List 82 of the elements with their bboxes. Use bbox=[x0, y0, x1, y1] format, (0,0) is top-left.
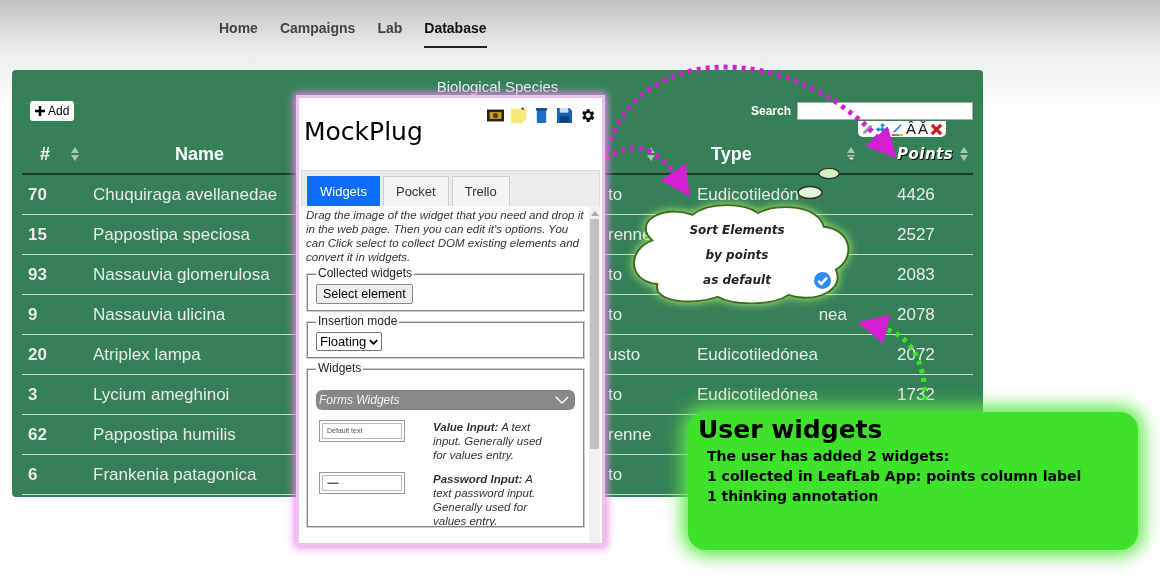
table-cell: nea bbox=[818, 304, 847, 324]
font-size-button[interactable]: Â bbox=[906, 121, 916, 137]
nav-link[interactable]: Database bbox=[424, 20, 487, 48]
pencil-icon bbox=[861, 122, 874, 136]
trash-icon[interactable] bbox=[533, 107, 550, 124]
bubble-text: as default bbox=[703, 272, 771, 289]
table-cell: Chuquiraga avellanedae bbox=[93, 184, 278, 204]
sort-icon bbox=[71, 147, 79, 161]
close-icon bbox=[930, 122, 944, 136]
note-title: User widgets bbox=[698, 414, 884, 446]
add-button[interactable]: Add bbox=[30, 101, 75, 121]
table-cell: 2072 bbox=[897, 344, 935, 364]
table-cell: Nassauvia glomerulosa bbox=[93, 264, 270, 284]
image-icon[interactable] bbox=[487, 107, 504, 124]
table-cell: Eudicotiledónea bbox=[697, 344, 818, 364]
column-header[interactable]: # bbox=[40, 143, 50, 165]
table-cell: 93 bbox=[28, 264, 47, 284]
thought-dot bbox=[797, 185, 823, 200]
bubble-text: Sort Elements bbox=[689, 222, 785, 239]
chevron-icon bbox=[555, 396, 569, 404]
tab[interactable]: Pocket bbox=[382, 176, 449, 206]
table-cell: Eudicotiledón bbox=[697, 184, 800, 204]
table-cell: 3 bbox=[28, 384, 38, 404]
settings-icon[interactable] bbox=[579, 107, 596, 124]
save-icon[interactable] bbox=[556, 107, 573, 124]
table-cell: 2083 bbox=[897, 264, 935, 284]
thought-dot bbox=[848, 156, 855, 161]
fieldset-legend: Insertion mode bbox=[316, 314, 400, 328]
sort-icon bbox=[647, 147, 655, 161]
table-cell: usto bbox=[608, 344, 641, 364]
table-cell: renne bbox=[608, 424, 652, 444]
table-cell: Lycium ameghinoi bbox=[93, 384, 230, 404]
table-cell: Frankenia patagonica bbox=[93, 464, 257, 484]
insertion-mode-dropdown[interactable]: Floating bbox=[316, 332, 383, 351]
table-cell: 2078 bbox=[897, 304, 935, 324]
nav-link[interactable]: Lab bbox=[377, 20, 403, 48]
widget-description: Password Input: A text password input. Generally used for values entry. bbox=[433, 472, 537, 528]
fieldset-legend: Widgets bbox=[316, 361, 364, 375]
nav-link[interactable]: Home bbox=[219, 20, 258, 48]
tab[interactable]: Trello bbox=[451, 176, 510, 206]
table-cell: Atriplex lampa bbox=[93, 344, 201, 364]
search-label: Search bbox=[750, 104, 791, 118]
scrollbar[interactable] bbox=[589, 206, 600, 543]
table-cell: Pappostipa speciosa bbox=[93, 224, 250, 244]
table-cell: 70 bbox=[28, 184, 47, 204]
table-cell: 2527 bbox=[897, 224, 935, 244]
note-line: 1 collected in LeafLab App: points column label bbox=[706, 467, 1083, 486]
table-cell: 15 bbox=[28, 224, 47, 244]
note-line: 1 thinking annotation bbox=[706, 487, 880, 506]
table-cell: to bbox=[608, 264, 623, 284]
thought-dot bbox=[818, 167, 840, 180]
table-cell: 20 bbox=[28, 344, 47, 364]
nav-link[interactable]: Campaigns bbox=[279, 20, 356, 48]
table-cell: to bbox=[608, 184, 623, 204]
table-cell: 6 bbox=[28, 464, 38, 484]
note-line: The user has added 2 widgets: bbox=[706, 447, 951, 466]
column-header[interactable]: Name bbox=[175, 143, 225, 165]
tab[interactable]: Widgets bbox=[307, 176, 380, 206]
search-field[interactable] bbox=[797, 102, 973, 120]
panel-title: MockPlug bbox=[304, 117, 423, 148]
sort-icon bbox=[960, 147, 968, 161]
column-header[interactable]: Type bbox=[711, 143, 752, 165]
font-size-button[interactable]: Ǎ bbox=[918, 121, 929, 137]
table-cell: to bbox=[608, 464, 623, 484]
table-cell: Eudicotiledónea bbox=[697, 384, 818, 404]
table-title: Biological Species bbox=[435, 77, 560, 95]
instructions-text: Drag the image of the widget that you need and drop it in the web page. Then you can edit it's options. You can Click select to collect DOM existing elements and convert it in widgets. bbox=[306, 208, 585, 264]
pen-icon bbox=[891, 122, 904, 136]
table-cell: Nassauvia ulicina bbox=[93, 304, 226, 324]
table-cell: to bbox=[608, 384, 623, 404]
table-cell: 4426 bbox=[897, 184, 935, 204]
table-cell: 9 bbox=[28, 304, 38, 324]
widget-description: Value Input: A text input. Generally used for values entry. bbox=[433, 420, 543, 462]
table-cell: to bbox=[608, 304, 623, 324]
column-label-widget[interactable]: Points bbox=[897, 145, 954, 163]
chevron-icon bbox=[369, 338, 379, 345]
table-cell: Pappostipa humilis bbox=[93, 424, 236, 444]
select-element-button[interactable]: Select element bbox=[316, 284, 413, 304]
bubble-text: by points bbox=[705, 247, 769, 264]
table-cell: 62 bbox=[28, 424, 47, 444]
fieldset-legend: Collected widgets bbox=[316, 266, 415, 280]
plus-icon bbox=[35, 106, 45, 116]
